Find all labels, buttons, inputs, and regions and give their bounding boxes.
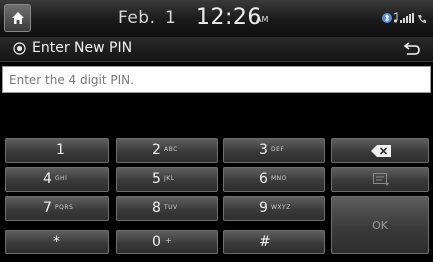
keyboard-hide-icon	[373, 173, 389, 186]
status-bar: Feb. 1 12:26 AM	[0, 0, 433, 37]
radio-indicator-icon	[13, 42, 26, 55]
status-time: 12:26	[196, 5, 262, 30]
backspace-button[interactable]	[331, 138, 429, 163]
home-button[interactable]	[4, 4, 31, 32]
key-7[interactable]: 7 PQRS	[5, 196, 109, 221]
page-title: Enter New PIN	[32, 40, 133, 56]
key-9[interactable]: 9 WXYZ	[223, 196, 325, 221]
key-hash[interactable]: #	[223, 230, 325, 254]
status-date: Feb.	[118, 8, 156, 28]
signal-icon	[400, 13, 414, 23]
pin-input-field[interactable]: Enter the 4 digit PIN.	[2, 66, 431, 93]
status-day: 1	[165, 8, 176, 28]
home-icon	[12, 12, 24, 24]
status-ampm: AM	[256, 15, 269, 24]
pin-entry-screen: Feb. 1 12:26 AM Enter New PIN Enter the …	[0, 0, 433, 262]
status-icons	[382, 12, 426, 23]
key-2[interactable]: 2 ABC	[116, 138, 218, 163]
key-5[interactable]: 5 JKL	[116, 167, 218, 192]
key-1[interactable]: 1	[5, 138, 109, 163]
back-arrow-icon	[403, 42, 420, 55]
key-0[interactable]: 0 +	[116, 230, 218, 254]
back-button[interactable]	[395, 40, 428, 59]
backspace-icon	[371, 145, 391, 157]
key-star[interactable]: *	[5, 230, 109, 254]
title-bar: Enter New PIN	[0, 37, 433, 62]
bluetooth-icon	[382, 13, 392, 23]
phone-icon	[418, 15, 426, 23]
hide-keyboard-button[interactable]	[331, 167, 429, 192]
key-6[interactable]: 6 MNO	[223, 167, 325, 192]
ok-button[interactable]: OK	[331, 196, 429, 254]
key-8[interactable]: 8 TUV	[116, 196, 218, 221]
music-icon	[393, 12, 398, 23]
key-4[interactable]: 4 GHI	[5, 167, 109, 192]
key-3[interactable]: 3 DEF	[223, 138, 325, 163]
